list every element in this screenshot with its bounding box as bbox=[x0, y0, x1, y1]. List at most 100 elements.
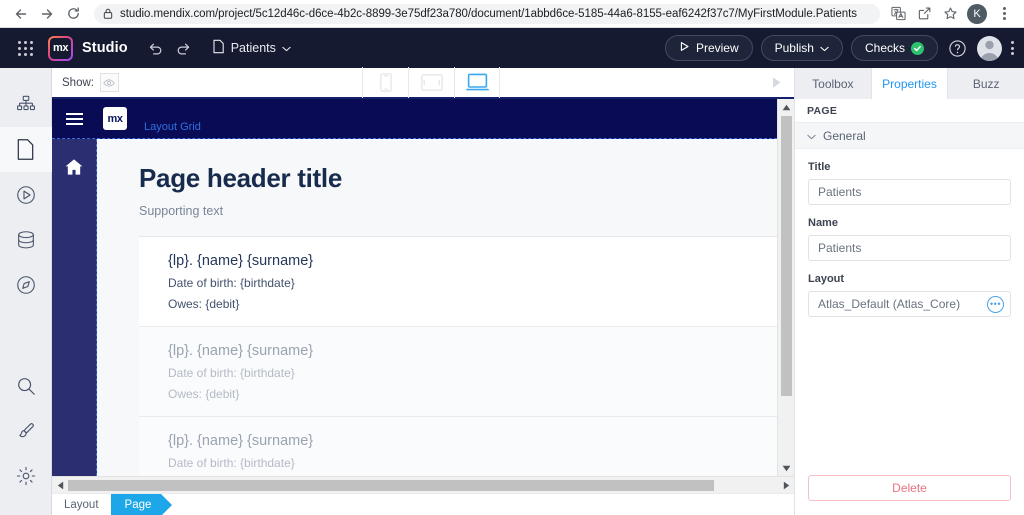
selected-widget-label: Layout Grid bbox=[144, 121, 201, 133]
list-item[interactable]: {lp}. {name} {surname} Date of birth: {b… bbox=[139, 417, 777, 476]
list-item[interactable]: {lp}. {name} {surname} Date of birth: {b… bbox=[139, 327, 777, 417]
sidebar-item-navigation[interactable] bbox=[0, 262, 52, 307]
canvas-vertical-scrollbar[interactable] bbox=[777, 99, 794, 476]
field-title: Title Patients bbox=[795, 149, 1024, 205]
studio-topbar: mx Studio Patients Preview Publish Check… bbox=[0, 28, 1024, 68]
device-preview-toggle bbox=[362, 67, 500, 98]
preview-app-sidebar[interactable] bbox=[52, 139, 97, 476]
breadcrumb: Layout Page bbox=[52, 493, 794, 515]
undo-icon[interactable] bbox=[142, 34, 170, 62]
gear-icon[interactable] bbox=[0, 453, 52, 498]
layout-input[interactable]: Atlas_Default (Atlas_Core) ••• bbox=[808, 291, 1011, 317]
app-body: Show: mx Layout Grid Page header title S… bbox=[0, 67, 1024, 515]
field-title-label: Title bbox=[808, 161, 831, 173]
layout-more-options-button[interactable]: ••• bbox=[987, 296, 1004, 313]
selected-element-type: PAGE bbox=[795, 99, 1024, 123]
canvas-horizontal-scrollbar[interactable] bbox=[52, 476, 794, 493]
kebab-menu-icon[interactable] bbox=[992, 2, 1016, 26]
preview-app-header[interactable]: mx Layout Grid bbox=[52, 99, 777, 139]
expand-toolbar-button[interactable] bbox=[771, 76, 782, 89]
forward-arrow-icon[interactable] bbox=[34, 1, 60, 27]
delete-button[interactable]: Delete bbox=[808, 475, 1011, 501]
help-circle-icon[interactable] bbox=[948, 39, 967, 58]
horizontal-scroll-track[interactable] bbox=[68, 477, 778, 494]
profile-avatar[interactable]: K bbox=[967, 3, 987, 24]
device-phone-button[interactable] bbox=[362, 67, 408, 98]
browser-action-icons: K bbox=[886, 2, 1016, 26]
sidebar-item-navigation-structure[interactable] bbox=[0, 82, 52, 127]
field-layout: Layout Atlas_Default (Atlas_Core) ••• bbox=[795, 261, 1024, 317]
panel-tabs: Toolbox Properties Buzz bbox=[795, 68, 1024, 99]
publish-button[interactable]: Publish bbox=[760, 35, 843, 61]
hamburger-icon[interactable] bbox=[66, 112, 83, 125]
name-input-value: Patients bbox=[818, 241, 862, 255]
preview-button[interactable]: Preview bbox=[664, 35, 753, 61]
scroll-right-arrow[interactable] bbox=[778, 481, 794, 490]
device-tablet-button[interactable] bbox=[408, 67, 454, 98]
reload-icon[interactable] bbox=[60, 1, 86, 27]
preview-label: Preview bbox=[695, 41, 739, 55]
chevron-down-icon bbox=[282, 41, 291, 55]
translate-icon[interactable] bbox=[886, 2, 910, 26]
sidebar-item-microflows[interactable] bbox=[0, 172, 52, 217]
layout-input-value: Atlas_Default (Atlas_Core) bbox=[818, 297, 961, 311]
topbar-overflow-menu[interactable] bbox=[1011, 41, 1014, 55]
sidebar-item-domain-model[interactable] bbox=[0, 217, 52, 262]
checks-button[interactable]: Checks bbox=[850, 35, 938, 61]
star-icon[interactable] bbox=[938, 2, 962, 26]
mendix-logo[interactable]: mx bbox=[48, 36, 73, 61]
publish-label: Publish bbox=[774, 41, 814, 55]
device-desktop-button[interactable] bbox=[454, 67, 500, 98]
preview-app-main: Page header title Supporting text {lp}. … bbox=[52, 139, 777, 476]
list-item-owes: Owes: {debit} bbox=[168, 387, 240, 401]
list-item[interactable]: {lp}. {name} {surname} Date of birth: {b… bbox=[139, 237, 777, 327]
list-item-title: {lp}. {name} {surname} bbox=[168, 433, 314, 449]
product-name: Studio bbox=[82, 40, 128, 56]
document-name: Patients bbox=[230, 41, 276, 55]
app-grid-icon[interactable] bbox=[12, 35, 38, 61]
address-bar[interactable]: studio.mendix.com/project/5c12d46c-d6ce-… bbox=[94, 3, 880, 24]
page-icon bbox=[212, 39, 225, 57]
section-general-header[interactable]: General bbox=[795, 123, 1024, 149]
section-general-label: General bbox=[823, 128, 866, 143]
panel-spacer bbox=[795, 317, 1024, 475]
show-label: Show: bbox=[62, 76, 94, 89]
breadcrumb-item-page[interactable]: Page bbox=[99, 493, 173, 515]
eye-icon[interactable] bbox=[99, 73, 119, 92]
mendix-logo-text: mx bbox=[52, 42, 69, 54]
preview-app-logo-text: mx bbox=[107, 112, 123, 125]
page-canvas[interactable]: mx Layout Grid Page header title Support… bbox=[52, 99, 777, 476]
scroll-left-arrow[interactable] bbox=[52, 481, 68, 490]
list-item-title: {lp}. {name} {surname} bbox=[168, 253, 314, 269]
back-arrow-icon[interactable] bbox=[8, 1, 34, 27]
field-name: Name Patients bbox=[795, 205, 1024, 261]
horizontal-scroll-thumb[interactable] bbox=[68, 479, 715, 491]
page-header-block[interactable]: Page header title Supporting text bbox=[97, 139, 777, 218]
tab-buzz[interactable]: Buzz bbox=[948, 68, 1024, 99]
user-avatar[interactable] bbox=[977, 35, 1002, 61]
patients-list: {lp}. {name} {surname} Date of birth: {b… bbox=[139, 237, 777, 476]
home-icon[interactable] bbox=[64, 157, 84, 182]
tab-toolbox[interactable]: Toolbox bbox=[795, 68, 872, 99]
canvas-wrapper: mx Layout Grid Page header title Support… bbox=[52, 99, 794, 476]
page-subtitle: Supporting text bbox=[139, 204, 224, 218]
title-input[interactable]: Patients bbox=[808, 179, 1011, 205]
list-item-birthdate: Date of birth: {birthdate} bbox=[168, 456, 295, 470]
scroll-up-arrow[interactable] bbox=[782, 99, 791, 115]
search-icon[interactable] bbox=[0, 363, 52, 408]
paintbrush-icon[interactable] bbox=[0, 408, 52, 453]
document-selector[interactable]: Patients bbox=[212, 39, 291, 57]
name-input[interactable]: Patients bbox=[808, 235, 1011, 261]
tab-properties[interactable]: Properties bbox=[871, 68, 949, 99]
show-toolbar: Show: bbox=[52, 67, 794, 99]
play-icon bbox=[679, 41, 690, 55]
scroll-down-arrow[interactable] bbox=[782, 460, 791, 476]
list-item-title: {lp}. {name} {surname} bbox=[168, 343, 314, 359]
vertical-scroll-thumb[interactable] bbox=[781, 116, 792, 396]
share-icon[interactable] bbox=[912, 2, 936, 26]
list-item-birthdate: Date of birth: {birthdate} bbox=[168, 366, 295, 380]
url-text: studio.mendix.com/project/5c12d46c-d6ce-… bbox=[120, 7, 857, 20]
redo-icon[interactable] bbox=[170, 34, 198, 62]
properties-panel: Toolbox Properties Buzz PAGE General Tit… bbox=[794, 68, 1024, 515]
sidebar-item-pages[interactable] bbox=[0, 127, 52, 172]
